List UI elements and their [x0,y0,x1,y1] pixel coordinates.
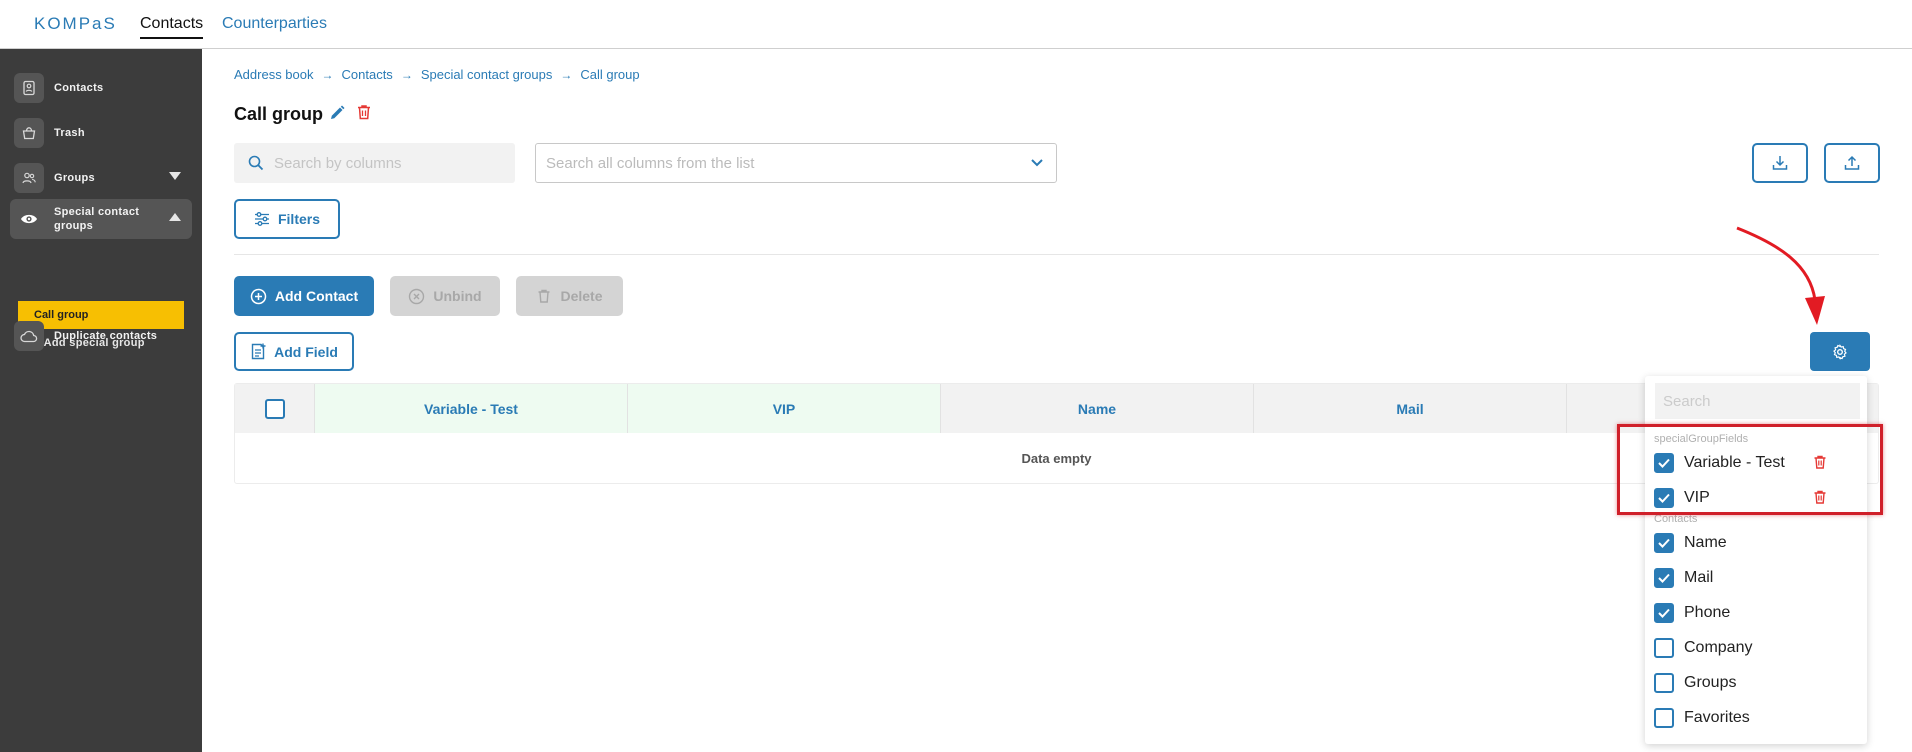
column-settings-button[interactable] [1810,332,1870,371]
search-by-columns [234,143,515,183]
column-header-vip[interactable]: VIP [628,384,941,433]
page-title: Call group [234,104,323,124]
column-option-label: Phone [1684,604,1731,621]
column-option-label: Name [1684,534,1727,551]
sidebar-item-special-contact-groups[interactable]: Special contact groups [10,199,192,239]
column-header-mail[interactable]: Mail [1254,384,1567,433]
delete-trash-icon[interactable] [355,103,373,121]
column-option-groups[interactable]: Groups [1654,671,1854,695]
column-search-input[interactable] [1655,383,1860,419]
nav-contacts[interactable]: Contacts [140,15,204,39]
column-option-name[interactable]: Name [1654,531,1854,555]
sidebar-item-contacts[interactable]: Contacts [10,69,192,107]
caret-down-icon[interactable] [168,171,182,181]
eye-icon [14,204,44,234]
column-option-label: Mail [1684,569,1714,586]
divider [234,254,1879,255]
unbind-button[interactable]: Unbind [390,276,500,316]
column-option-phone[interactable]: Phone [1654,601,1854,625]
breadcrumb-call-group[interactable]: Call group [580,67,639,82]
add-document-icon [250,343,266,360]
columns-select-placeholder: Search all columns from the list [546,154,755,172]
unbind-label: Unbind [433,288,482,304]
sidebar-item-label: Trash [54,127,85,139]
trash-icon [536,288,552,304]
sidebar-item-trash[interactable]: Trash [10,114,192,152]
arrow-right-icon: → [560,67,573,82]
delete-button[interactable]: Delete [516,276,623,316]
top-bar: KOMPaS Contacts Counterparties [0,0,1912,49]
select-all-checkbox[interactable] [264,398,285,419]
sidebar: Contacts Trash Groups Special contact gr… [0,49,202,752]
app-logo[interactable]: KOMPaS [34,14,117,34]
export-button[interactable] [1824,143,1880,183]
add-field-button[interactable]: Add Field [234,332,354,371]
gear-icon [1832,343,1848,360]
delete-label: Delete [560,288,603,304]
filters-label: Filters [277,211,320,227]
annotation-arrow [1736,226,1825,325]
columns-select[interactable]: Search all columns from the list [535,143,1057,183]
unbind-circle-x-icon [408,288,425,305]
caret-up-icon[interactable] [168,212,182,222]
sidebar-item-label: Groups [54,172,95,184]
checkbox-checked[interactable] [1654,533,1674,553]
select-all-cell [235,384,315,433]
users-group-icon [14,163,44,193]
column-option-favorites[interactable]: Favorites [1654,706,1854,730]
import-button[interactable] [1752,143,1808,183]
filters-button[interactable]: Filters [234,199,340,239]
column-header-variable-test[interactable]: Variable - Test [315,384,628,433]
add-contact-label: Add Contact [274,288,359,304]
plus-circle-icon [250,288,267,305]
column-option-label: Groups [1684,674,1737,691]
column-option-label: Favorites [1684,709,1750,726]
sidebar-item-label: Duplicate contacts [54,330,158,342]
checkbox-unchecked[interactable] [1654,638,1674,658]
download-icon [1771,154,1789,172]
annotation-highlight-box [1617,424,1883,515]
breadcrumb-special-contact-groups[interactable]: Special contact groups [421,67,553,82]
search-input[interactable] [274,154,494,172]
checkbox-unchecked[interactable] [1654,673,1674,693]
sidebar-item-groups[interactable]: Groups [10,159,192,197]
checkbox-checked[interactable] [1654,568,1674,588]
sliders-icon [254,211,270,227]
arrow-right-icon: → [400,67,413,82]
breadcrumb: Address book → Contacts → Special contac… [234,67,640,82]
breadcrumb-address-book[interactable]: Address book [234,67,314,82]
sidebar-item-label: Contacts [54,82,104,94]
column-option-mail[interactable]: Mail [1654,566,1854,590]
breadcrumb-contacts[interactable]: Contacts [342,67,393,82]
add-contact-button[interactable]: Add Contact [234,276,374,316]
checkbox-unchecked[interactable] [1654,708,1674,728]
upload-icon [1843,154,1861,172]
contact-card-icon [14,73,44,103]
column-option-label: Company [1684,639,1753,656]
checkbox-checked[interactable] [1654,603,1674,623]
search-icon [248,155,264,171]
chevron-down-icon [1030,158,1044,168]
sidebar-item-duplicate-contacts[interactable]: Duplicate contacts [10,317,192,355]
nav-counterparties[interactable]: Counterparties [222,15,327,33]
cloud-icon [14,321,44,351]
add-field-label: Add Field [274,343,338,360]
column-header-name[interactable]: Name [941,384,1254,433]
edit-pencil-icon[interactable] [328,104,346,122]
sidebar-item-label: Special contact groups [54,206,140,232]
arrow-right-icon: → [321,67,334,82]
trash-basket-icon [14,118,44,148]
column-option-company[interactable]: Company [1654,636,1854,660]
